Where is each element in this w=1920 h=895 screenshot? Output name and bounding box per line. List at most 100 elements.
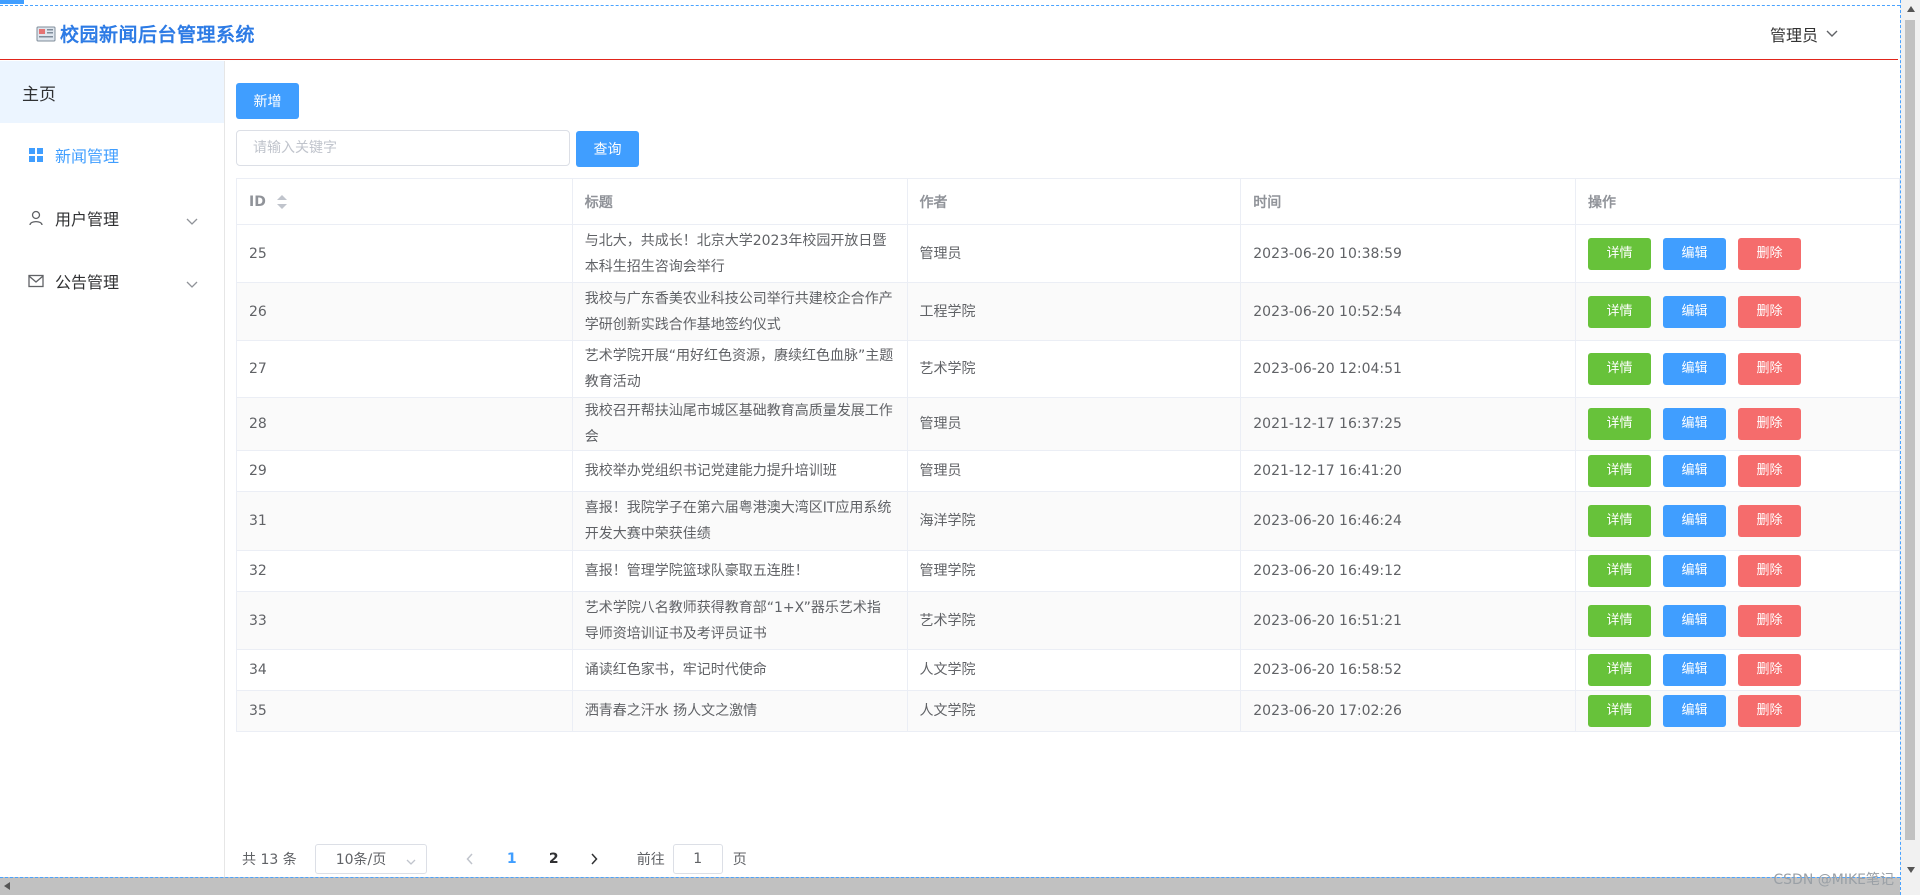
- user-icon: [27, 209, 45, 227]
- edit-button[interactable]: 编辑: [1663, 604, 1727, 637]
- cell-author: 艺术学院: [907, 340, 1242, 398]
- prev-page-button[interactable]: [455, 853, 485, 865]
- cell-title: 艺术学院开展“用好红色资源，赓续红色血脉”主题教育活动: [572, 340, 908, 398]
- edit-button[interactable]: 编辑: [1663, 654, 1727, 686]
- delete-button[interactable]: 删除: [1738, 237, 1802, 270]
- chevron-down-icon: [186, 274, 198, 293]
- detail-button[interactable]: 详情: [1588, 408, 1652, 440]
- cell-title: 诵读红色家书，牢记时代使命: [572, 649, 908, 691]
- edit-button[interactable]: 编辑: [1663, 455, 1727, 487]
- edit-button[interactable]: 编辑: [1663, 408, 1727, 440]
- cell-title: 洒青春之汗水 扬人文之激情: [572, 690, 908, 732]
- table-row: 25 与北大，共成长！北京大学2023年校园开放日暨本科生招生咨询会举行 管理员 20…: [236, 224, 1900, 283]
- detail-button[interactable]: 详情: [1588, 455, 1652, 487]
- sidebar-item-home[interactable]: 主页: [0, 61, 224, 123]
- total-count: 共 13 条: [242, 852, 297, 868]
- cell-title: 我校召开帮扶汕尾市城区基础教育高质量发展工作会: [572, 397, 908, 451]
- sort-icon[interactable]: [276, 194, 287, 209]
- mail-icon: [27, 272, 45, 290]
- detail-button[interactable]: 详情: [1588, 555, 1652, 587]
- detail-button[interactable]: 详情: [1588, 353, 1652, 385]
- cell-time: 2023-06-20 12:04:51: [1240, 340, 1577, 398]
- table-row: 29 我校举办党组织书记党建能力提升培训班 管理员 2021-12-17 16:41:…: [236, 450, 1900, 492]
- page-number[interactable]: 1: [495, 851, 529, 867]
- cell-time: 2023-06-20 16:46:24: [1240, 491, 1577, 551]
- detail-button[interactable]: 详情: [1588, 604, 1652, 637]
- search-input[interactable]: [236, 130, 570, 166]
- cell-actions: 详情 编辑 删除: [1575, 282, 1900, 341]
- edit-button[interactable]: 编辑: [1663, 555, 1727, 587]
- cell-author: 管理员: [907, 450, 1242, 492]
- user-dropdown[interactable]: 管理员: [1770, 22, 1838, 46]
- cell-author: 人文学院: [907, 690, 1242, 732]
- page-size-select[interactable]: 10条/页: [314, 844, 427, 874]
- column-header-id[interactable]: ID: [236, 178, 573, 225]
- delete-button[interactable]: 删除: [1738, 555, 1802, 587]
- user-name: 管理员: [1769, 26, 1818, 45]
- goto-page-input[interactable]: [672, 844, 723, 874]
- page-number[interactable]: 2: [537, 851, 571, 867]
- edit-button[interactable]: 编辑: [1663, 295, 1727, 328]
- detail-button[interactable]: 详情: [1588, 654, 1652, 686]
- delete-button[interactable]: 删除: [1738, 654, 1802, 686]
- table-row: 31 喜报！我院学子在第六届粤港澳大湾区IT应用系统开发大赛中荣获佳绩 海洋学院 20…: [236, 491, 1900, 551]
- column-header-time: 时间: [1240, 178, 1577, 225]
- cell-id: 33: [236, 591, 573, 650]
- app-header: 校园新闻后台管理系统 管理员: [0, 6, 1898, 60]
- cell-actions: 详情 编辑 删除: [1575, 491, 1900, 551]
- cell-id: 27: [236, 340, 573, 398]
- sidebar-item-label: 新闻管理: [55, 146, 120, 166]
- sidebar-item-news[interactable]: 新闻管理: [0, 123, 224, 186]
- cell-actions: 详情 编辑 删除: [1575, 397, 1900, 451]
- table-row: 34 诵读红色家书，牢记时代使命 人文学院 2023-06-20 16:58:52 详情…: [236, 649, 1900, 691]
- cell-actions: 详情 编辑 删除: [1575, 340, 1900, 398]
- page-suffix: 页: [732, 852, 747, 868]
- detail-button[interactable]: 详情: [1588, 295, 1652, 328]
- cell-title: 我校举办党组织书记党建能力提升培训班: [572, 450, 908, 492]
- delete-button[interactable]: 删除: [1738, 695, 1802, 727]
- edit-button[interactable]: 编辑: [1663, 695, 1727, 727]
- delete-button[interactable]: 删除: [1738, 295, 1802, 328]
- delete-button[interactable]: 删除: [1738, 505, 1802, 537]
- cell-id: 35: [236, 690, 573, 732]
- cell-author: 海洋学院: [907, 491, 1242, 551]
- cell-time: 2023-06-20 16:49:12: [1240, 550, 1577, 592]
- cell-actions: 详情 编辑 删除: [1575, 591, 1900, 650]
- cell-time: 2023-06-20 10:52:54: [1240, 282, 1577, 341]
- cell-author: 管理员: [907, 397, 1242, 451]
- sidebar-item-users[interactable]: 用户管理: [0, 186, 224, 249]
- detail-button[interactable]: 详情: [1588, 505, 1652, 537]
- edit-button[interactable]: 编辑: [1663, 505, 1727, 537]
- cell-id: 29: [236, 450, 573, 492]
- cell-id: 26: [236, 282, 573, 341]
- sidebar-item-notices[interactable]: 公告管理: [0, 249, 224, 312]
- cell-actions: 详情 编辑 删除: [1575, 224, 1900, 283]
- next-page-button[interactable]: [579, 853, 609, 865]
- cell-time: 2021-12-17 16:37:25: [1240, 397, 1577, 451]
- add-button[interactable]: 新增: [236, 83, 299, 119]
- detail-button[interactable]: 详情: [1588, 695, 1652, 727]
- cell-id: 25: [236, 224, 573, 283]
- cell-title: 喜报！我院学子在第六届粤港澳大湾区IT应用系统开发大赛中荣获佳绩: [572, 491, 908, 551]
- detail-button[interactable]: 详情: [1588, 237, 1652, 270]
- cell-time: 2023-06-20 16:58:52: [1240, 649, 1577, 691]
- cell-id: 31: [236, 491, 573, 551]
- edit-button[interactable]: 编辑: [1663, 353, 1727, 385]
- cell-title: 艺术学院八名教师获得教育部“1+X”器乐艺术指导师资培训证书及考评员证书: [572, 591, 908, 650]
- cell-author: 艺术学院: [907, 591, 1242, 650]
- column-header-title: 标题: [572, 178, 908, 225]
- column-header-author: 作者: [907, 178, 1242, 225]
- sidebar-item-label: 主页: [22, 84, 56, 105]
- delete-button[interactable]: 删除: [1738, 604, 1802, 637]
- delete-button[interactable]: 删除: [1738, 408, 1802, 440]
- horizontal-scrollbar[interactable]: [0, 877, 1900, 895]
- query-button[interactable]: 查询: [576, 131, 639, 167]
- table-row: 33 艺术学院八名教师获得教育部“1+X”器乐艺术指导师资培训证书及考评员证书 艺术…: [236, 591, 1900, 650]
- grid-icon: [27, 146, 45, 164]
- vertical-scrollbar[interactable]: [1900, 0, 1920, 895]
- delete-button[interactable]: 删除: [1738, 455, 1802, 487]
- edit-button[interactable]: 编辑: [1663, 237, 1727, 270]
- delete-button[interactable]: 删除: [1738, 353, 1802, 385]
- cell-time: 2023-06-20 10:38:59: [1240, 224, 1577, 283]
- cell-time: 2023-06-20 16:51:21: [1240, 591, 1577, 650]
